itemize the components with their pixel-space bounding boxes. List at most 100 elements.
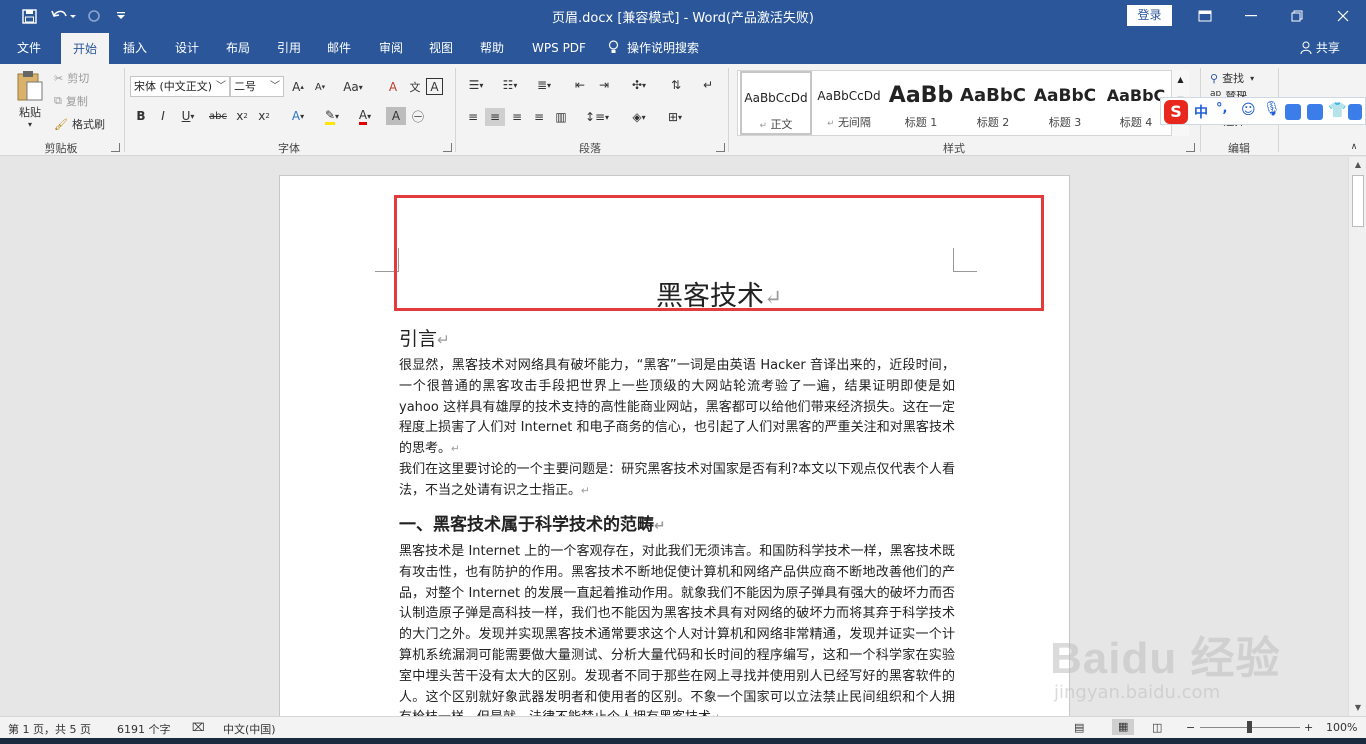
- grid-menu-icon[interactable]: [1348, 104, 1362, 120]
- document-page[interactable]: 黑客技术↵ 引言↵ 很显然，黑客技术对网络具有破坏能力，“黑客”一词是由英语 H…: [279, 175, 1070, 716]
- keyboard-icon[interactable]: [1285, 104, 1301, 120]
- page-count[interactable]: 第 1 页，共 5 页: [8, 721, 91, 737]
- sogou-logo-icon[interactable]: S: [1164, 100, 1188, 124]
- zoom-slider-knob[interactable]: [1247, 721, 1252, 733]
- strikethrough-icon[interactable]: abc: [208, 107, 228, 125]
- justify-icon[interactable]: ≡: [529, 108, 549, 126]
- ime-mode-toggle[interactable]: 中: [1194, 102, 1208, 122]
- style-no-spacing[interactable]: AaBbCcDd ↵ 无间隔: [813, 71, 885, 135]
- print-layout-icon[interactable]: ▦: [1112, 719, 1135, 735]
- zoom-in-button[interactable]: +: [1304, 721, 1313, 734]
- shading-icon[interactable]: ◈ ▾: [624, 108, 654, 126]
- style-normal[interactable]: AaBbCcDd ↵ 正文: [740, 71, 812, 135]
- language-indicator[interactable]: 中文(中国): [223, 721, 276, 737]
- tab-mailings[interactable]: 邮件: [318, 32, 360, 64]
- font-launcher-icon[interactable]: [443, 143, 452, 152]
- format-painter-button[interactable]: 🖌 格式刷: [54, 116, 105, 132]
- chinese-layout-icon[interactable]: ✣ ▾: [624, 76, 654, 94]
- toolbox-icon[interactable]: [1307, 104, 1323, 120]
- grow-font-icon[interactable]: A ▴: [288, 78, 308, 96]
- superscript-icon[interactable]: x2: [254, 107, 274, 125]
- font-size-dropdown[interactable]: 二号 ﹀: [230, 76, 284, 97]
- web-layout-icon[interactable]: ◫: [1152, 721, 1162, 734]
- tab-layout[interactable]: 布局: [217, 32, 259, 64]
- header-title[interactable]: 黑客技术↵: [394, 274, 1044, 313]
- document-canvas[interactable]: 黑客技术↵ 引言↵ 很显然，黑客技术对网络具有破坏能力，“黑客”一词是由英语 H…: [0, 157, 1348, 716]
- minimize-icon[interactable]: [1228, 0, 1274, 32]
- align-left-icon[interactable]: ≡: [463, 108, 483, 126]
- paragraph-launcher-icon[interactable]: [716, 143, 725, 152]
- clipboard-launcher-icon[interactable]: [111, 143, 120, 152]
- word-count[interactable]: 6191 个字: [117, 721, 171, 737]
- paste-button[interactable]: 粘贴 ▾: [12, 70, 48, 140]
- microphone-icon[interactable]: 🎙: [1263, 101, 1281, 117]
- chevron-up-icon[interactable]: ▲: [1172, 70, 1189, 90]
- close-icon[interactable]: [1320, 0, 1366, 32]
- shrink-font-icon[interactable]: A ▾: [310, 78, 330, 96]
- style-heading-2[interactable]: AaBbC 标题 2: [957, 71, 1029, 135]
- scroll-down-icon[interactable]: ▼: [1349, 700, 1366, 716]
- font-name-dropdown[interactable]: 宋体 (中文正文) ﹀: [130, 76, 230, 97]
- heading-introduction[interactable]: 引言↵: [399, 324, 450, 351]
- ribbon-display-options-icon[interactable]: [1182, 0, 1228, 32]
- character-border-icon[interactable]: A: [426, 78, 443, 95]
- find-button[interactable]: ⚲ 查找 ▾: [1210, 70, 1254, 86]
- phonetic-guide-icon[interactable]: 文: [405, 78, 425, 96]
- paragraph-3[interactable]: 黑客技术是 Internet 上的一个客观存在，对此我们无须讳言。和国防科学技术…: [399, 542, 955, 716]
- proofing-icon[interactable]: ⌧: [192, 721, 205, 734]
- scrollbar-thumb[interactable]: [1352, 175, 1364, 227]
- copy-button[interactable]: ⧉ 复制: [54, 93, 88, 109]
- tab-review[interactable]: 审阅: [370, 32, 412, 64]
- underline-icon[interactable]: U ▾: [175, 107, 201, 125]
- bold-icon[interactable]: B: [131, 107, 151, 125]
- zoom-out-button[interactable]: −: [1186, 721, 1195, 734]
- line-spacing-icon[interactable]: ↕≡ ▾: [582, 108, 612, 126]
- login-button[interactable]: 登录: [1127, 5, 1172, 26]
- collapse-ribbon-icon[interactable]: ∧: [1344, 138, 1364, 156]
- distributed-icon[interactable]: ▥: [551, 108, 571, 126]
- character-shading-icon[interactable]: A: [386, 107, 406, 125]
- tab-insert[interactable]: 插入: [114, 32, 156, 64]
- zoom-level[interactable]: 100%: [1326, 721, 1357, 734]
- ime-punctuation-toggle[interactable]: °,: [1216, 101, 1227, 116]
- text-effects-icon[interactable]: A ▾: [285, 107, 311, 125]
- styles-launcher-icon[interactable]: [1186, 143, 1195, 152]
- style-heading-1[interactable]: AaBb 标题 1: [885, 71, 957, 135]
- emoji-icon[interactable]: ☺: [1241, 102, 1256, 118]
- tab-home[interactable]: 开始: [61, 33, 109, 64]
- cut-button[interactable]: ✂ 剪切: [54, 70, 89, 86]
- align-center-icon[interactable]: ≡: [485, 108, 505, 126]
- heading-section-1[interactable]: 一、黑客技术属于科学技术的范畴↵: [399, 510, 665, 535]
- show-marks-icon[interactable]: ↵: [698, 76, 718, 94]
- tab-design[interactable]: 设计: [166, 32, 208, 64]
- align-right-icon[interactable]: ≡: [507, 108, 527, 126]
- decrease-indent-icon[interactable]: ⇤: [570, 76, 590, 94]
- paragraph-1[interactable]: 很显然，黑客技术对网络具有破坏能力，“黑客”一词是由英语 Hacker 音译出来…: [399, 356, 955, 460]
- increase-indent-icon[interactable]: ⇥: [594, 76, 614, 94]
- tab-references[interactable]: 引用: [268, 32, 310, 64]
- read-mode-icon[interactable]: ▤: [1074, 721, 1084, 734]
- highlight-color-icon[interactable]: ✎ ▾: [318, 107, 346, 125]
- tell-me-search[interactable]: 操作说明搜索: [608, 32, 718, 64]
- share-button[interactable]: 共享: [1294, 32, 1346, 64]
- sort-icon[interactable]: ⇅: [666, 76, 686, 94]
- enclose-characters-icon[interactable]: ㊀: [408, 107, 428, 125]
- tab-help[interactable]: 帮助: [471, 32, 513, 64]
- tab-wps-pdf[interactable]: WPS PDF: [523, 32, 595, 64]
- italic-icon[interactable]: I: [153, 107, 173, 125]
- bullets-icon[interactable]: ☰ ▾: [462, 76, 490, 94]
- subscript-icon[interactable]: x2: [232, 107, 252, 125]
- restore-icon[interactable]: [1274, 0, 1320, 32]
- tab-view[interactable]: 视图: [420, 32, 462, 64]
- paragraph-2[interactable]: 我们在这里要讨论的一个主要问题是：研究黑客技术对国家是否有利?本文以下观点仅代表…: [399, 460, 955, 502]
- tab-file[interactable]: 文件: [6, 32, 52, 64]
- scroll-up-icon[interactable]: ▲: [1349, 157, 1366, 173]
- skin-shirt-icon[interactable]: 👕: [1328, 101, 1347, 119]
- numbering-icon[interactable]: ☷ ▾: [496, 76, 524, 94]
- change-case-button[interactable]: Aa ▾: [338, 78, 368, 96]
- font-color-icon[interactable]: A ▾: [351, 107, 379, 125]
- vertical-scrollbar[interactable]: ▲ ▼: [1348, 157, 1366, 716]
- clear-formatting-icon[interactable]: A: [383, 78, 403, 96]
- style-heading-3[interactable]: AaBbC 标题 3: [1029, 71, 1101, 135]
- borders-icon[interactable]: ⊞ ▾: [660, 108, 690, 126]
